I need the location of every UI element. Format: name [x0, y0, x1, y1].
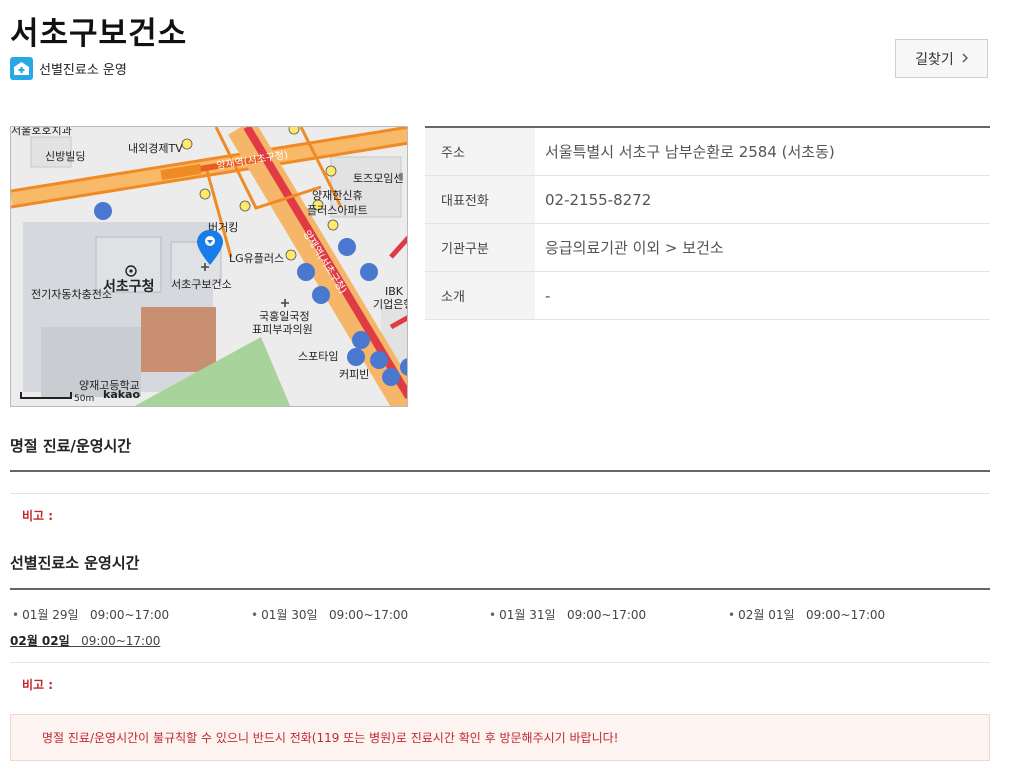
schedule-date: 02월 02일	[10, 634, 70, 648]
info-row-intro: 소개 -	[425, 272, 990, 320]
info-label: 기관구분	[425, 224, 535, 271]
schedule-date: 02월 01일	[738, 608, 795, 622]
screening-note-label: 비고 :	[22, 678, 54, 692]
map-label-apt2: 플러스아파트	[307, 204, 368, 217]
hours-alert: 명절 진료/운영시간이 불규칙할 수 있으니 반드시 전화(119 또는 병원)…	[10, 714, 990, 761]
divider	[10, 588, 990, 590]
schedule-item: • 01월 29일 09:00~17:00	[12, 608, 170, 622]
info-value-address: 서울특별시 서초구 남부순환로 2584 (서초동)	[545, 143, 835, 161]
schedule-time: 09:00~17:00	[328, 608, 409, 622]
schedule-date: 01월 30일	[261, 608, 318, 622]
holiday-note-label: 비고 :	[22, 509, 54, 523]
screening-badge-label: 선별진료소 운영	[39, 63, 127, 78]
info-label: 주소	[425, 128, 535, 175]
map-label-derm1: 국홍일국정	[259, 309, 310, 323]
map-label-sports: 스포타임	[298, 350, 338, 363]
alert-text: 명절 진료/운영시간이 불규칙할 수 있으니 반드시 전화(119 또는 병원)…	[42, 731, 619, 745]
map-label-health: 서초구보건소	[171, 278, 232, 291]
divider	[10, 662, 990, 663]
map-label-coffee: 커피빈	[339, 368, 369, 381]
schedule-date: 01월 31일	[499, 608, 556, 622]
map-label-ibk1: IBK	[385, 285, 404, 298]
schedule-date: 01월 29일	[22, 608, 79, 622]
map-label-top-left: 서울호호치과	[11, 127, 72, 137]
page-title: 서초구보건소	[10, 16, 188, 52]
schedule-time: 09:00~17:00	[81, 634, 161, 648]
map-label-apt1: 양재한신휴	[312, 189, 363, 202]
info-value-phone[interactable]: 02-2155-8272	[535, 176, 990, 223]
screening-section-title: 선별진료소 운영시간	[10, 554, 140, 572]
schedule-time: 09:00~17:00	[805, 608, 886, 622]
info-label: 대표전화	[425, 176, 535, 223]
schedule-item-today: 02월 02일 09:00~17:00	[10, 632, 160, 649]
kakao-logo: kakao	[103, 388, 140, 401]
map-scale-label: 50m	[74, 394, 94, 404]
clinic-icon	[10, 57, 33, 80]
map-label-sinbang: 신방빌딩	[45, 150, 85, 163]
location-map[interactable]: 서울호호치과 신방빌딩 내외경제TV 양재역(서초구청) 토즈모임센 양재한신휴…	[10, 126, 408, 407]
divider	[10, 493, 990, 494]
schedule-time: 09:00~17:00	[566, 608, 647, 622]
map-label-ev: 전기자동차충전소	[31, 288, 112, 301]
schedule-item: • 02월 01일 09:00~17:00	[728, 608, 886, 622]
map-label-derm2: 표피부과의원	[252, 323, 313, 336]
info-row-address: 주소 서울특별시 서초구 남부순환로 2584 (서초동)	[425, 128, 990, 176]
info-value-intro: -	[545, 286, 551, 305]
screening-badge: 선별진료소 운영	[10, 57, 127, 80]
map-label-tojeu: 토즈모임센	[353, 172, 404, 185]
info-label: 소개	[425, 272, 535, 319]
info-row-phone: 대표전화 02-2155-8272	[425, 176, 990, 224]
schedule-time: 09:00~17:00	[89, 608, 170, 622]
schedule-item: • 01월 31일 09:00~17:00	[489, 608, 647, 622]
map-label-gu-office: 서초구청	[103, 279, 155, 295]
map-label-ibk2: 기업은행	[373, 298, 408, 311]
info-table: 주소 서울특별시 서초구 남부순환로 2584 (서초동) 대표전화 02-21…	[425, 126, 990, 320]
info-row-category: 기관구분 응급의료기관 이외 > 보건소	[425, 224, 990, 272]
schedule-item: • 01월 30일 09:00~17:00	[251, 608, 409, 622]
directions-label: 길찾기	[915, 51, 954, 68]
info-value-category: 응급의료기관 이외 > 보건소	[545, 239, 724, 257]
holiday-section-title: 명절 진료/운영시간	[10, 437, 132, 455]
map-label-lg: LG유플러스	[229, 252, 284, 265]
directions-button[interactable]: 길찾기	[895, 39, 988, 78]
map-label-naeoe: 내외경제TV	[128, 142, 183, 155]
chevron-right-icon	[962, 51, 968, 67]
divider	[10, 470, 990, 472]
